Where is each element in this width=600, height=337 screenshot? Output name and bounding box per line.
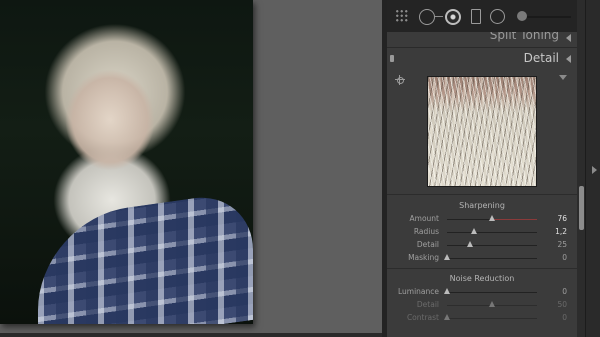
preview-menu-icon[interactable]	[559, 75, 567, 80]
slider-track[interactable]	[447, 232, 537, 233]
slider-track[interactable]	[447, 318, 537, 319]
slider-row-detail: Detail 50	[387, 299, 577, 312]
detail-title: Detail	[523, 51, 559, 65]
filmstrip-divider	[0, 333, 382, 337]
slider-label: Radius	[413, 227, 439, 236]
detail-preview-zone	[387, 69, 577, 194]
crosshair-icon[interactable]	[395, 75, 405, 85]
collapse-triangle-icon[interactable]	[566, 55, 571, 63]
photo-preview[interactable]	[0, 0, 253, 324]
slider-knob[interactable]	[467, 241, 474, 247]
slider-knob[interactable]	[444, 288, 450, 294]
slider-value[interactable]: 0	[562, 313, 567, 322]
panel-scrollbar-thumb[interactable]	[579, 186, 584, 230]
tool-size-slider-knob[interactable]	[517, 11, 527, 21]
divider	[387, 268, 577, 269]
slider-row-luminance: Luminance 0	[387, 286, 577, 299]
slider-label: Detail	[416, 240, 439, 249]
target-icon[interactable]	[445, 9, 461, 25]
slider-track[interactable]	[447, 258, 537, 259]
slider-knob[interactable]	[489, 301, 495, 307]
slider-value[interactable]: 50	[557, 300, 567, 309]
slider-row-detail: Detail 25	[387, 239, 577, 252]
slider-row-contrast: Contrast 0	[387, 312, 577, 325]
slider-value[interactable]: 25	[557, 240, 567, 249]
slider-knob[interactable]	[489, 215, 495, 221]
split-toning-header[interactable]: Split Toning	[387, 32, 577, 46]
expand-panel-icon[interactable]	[592, 166, 597, 174]
slider-label: Amount	[409, 214, 439, 223]
slider-row-radius: Radius 1,2	[387, 226, 577, 239]
slider-row-amount: Amount 76	[387, 213, 577, 226]
detail-zoom-preview[interactable]	[427, 76, 537, 187]
slider-knob[interactable]	[444, 254, 450, 260]
collapse-triangle-icon[interactable]	[566, 34, 571, 42]
slider-value[interactable]: 0	[562, 287, 567, 296]
rectangle-tool-icon[interactable]	[471, 9, 481, 24]
slider-value[interactable]: 1,2	[555, 227, 567, 236]
tool-strip	[387, 0, 577, 33]
crop-circle-handle	[435, 16, 443, 17]
panel-scrollbar[interactable]	[577, 0, 585, 337]
slider-knob[interactable]	[444, 314, 450, 320]
sharpening-title: Sharpening	[459, 201, 505, 210]
slider-label: Detail	[416, 300, 439, 309]
ring-tool-icon[interactable]	[490, 9, 505, 24]
noise-reduction-title: Noise Reduction	[449, 274, 515, 283]
photo-shirt-region	[38, 189, 253, 324]
detail-panel-body: Sharpening Amount 76 Radius 1,2 Detail 25 Mask…	[387, 69, 577, 337]
slider-track[interactable]	[447, 245, 537, 246]
crop-circle-icon[interactable]	[419, 9, 435, 25]
slider-label: Masking	[408, 253, 439, 262]
canvas-area	[0, 0, 382, 337]
slider-value[interactable]: 76	[557, 214, 567, 223]
slider-track[interactable]	[447, 292, 537, 293]
detail-header[interactable]: Detail	[387, 47, 577, 70]
slider-label: Luminance	[397, 287, 439, 296]
divider	[387, 194, 577, 195]
slider-label: Contrast	[406, 313, 439, 322]
split-toning-title: Split Toning	[489, 32, 559, 42]
slider-row-masking: Masking 0	[387, 252, 577, 265]
slider-value[interactable]: 0	[562, 253, 567, 262]
grid-tool-icon[interactable]	[395, 9, 409, 23]
slider-knob[interactable]	[471, 228, 477, 234]
panel-switch-icon[interactable]	[390, 55, 394, 62]
